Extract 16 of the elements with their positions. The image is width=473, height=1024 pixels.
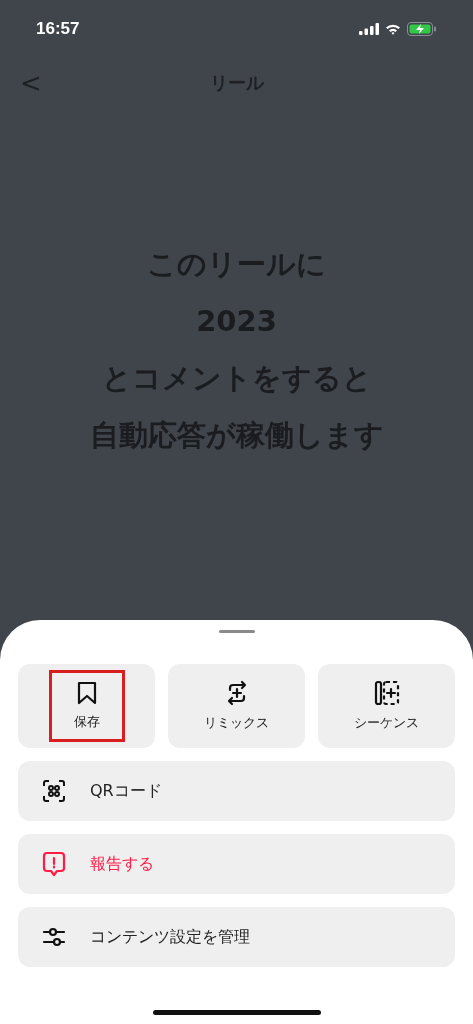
menu-row[interactable]: QRコード bbox=[18, 761, 455, 821]
report-icon bbox=[42, 851, 66, 877]
sheet-handle[interactable] bbox=[218, 630, 255, 633]
status-time: 16:57 bbox=[36, 19, 80, 39]
menu-row[interactable]: コンテンツ設定を管理 bbox=[18, 907, 455, 967]
bookmark-icon bbox=[75, 681, 98, 705]
action-tile[interactable]: シーケンス bbox=[318, 664, 455, 748]
highlight-frame: 保存 bbox=[48, 670, 125, 742]
sequence-icon bbox=[373, 680, 400, 706]
battery-icon bbox=[407, 22, 437, 36]
wifi-icon bbox=[385, 23, 401, 35]
action-tile[interactable]: リミックス bbox=[168, 664, 305, 748]
signal-icon bbox=[359, 23, 379, 35]
action-tile[interactable]: 保存 bbox=[18, 664, 155, 748]
sliders-icon bbox=[42, 926, 66, 948]
qr-code-icon bbox=[42, 779, 66, 803]
